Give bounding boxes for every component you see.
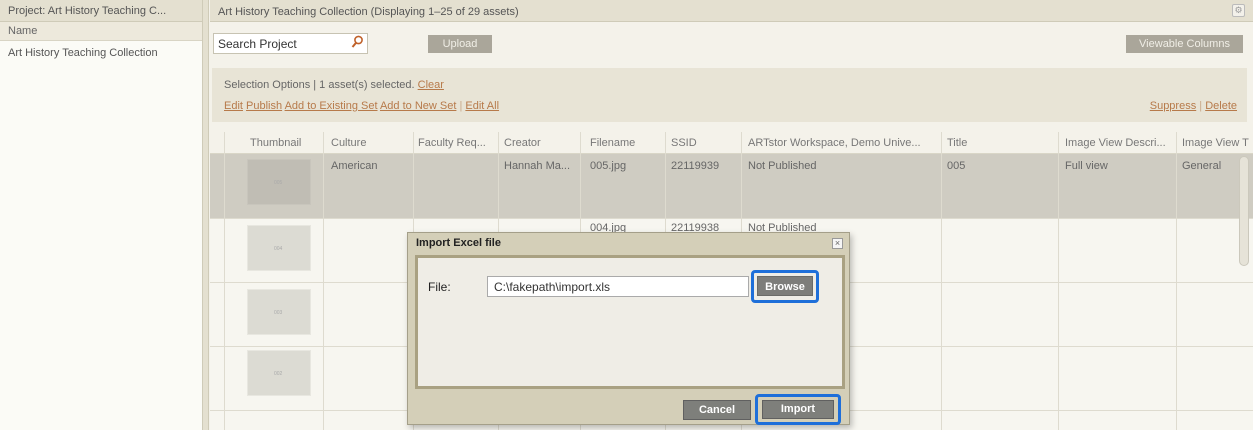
- column-header[interactable]: SSID: [671, 137, 697, 149]
- selection-right-actions: Suppress | Delete: [1150, 100, 1237, 112]
- suppress-link[interactable]: Suppress: [1150, 100, 1196, 112]
- delete-link[interactable]: Delete: [1205, 100, 1237, 112]
- project-panel: Project: Art History Teaching C... Name …: [0, 0, 203, 430]
- cancel-button[interactable]: Cancel: [683, 400, 751, 420]
- ssid-cell: 22119939: [671, 160, 720, 172]
- publish-link[interactable]: Publish: [246, 100, 282, 112]
- column-divider: [323, 132, 324, 430]
- row-divider: [210, 218, 1253, 219]
- project-item[interactable]: Art History Teaching Collection: [0, 41, 202, 59]
- filename-cell: 005.jpg: [590, 160, 627, 172]
- column-header[interactable]: Thumbnail: [250, 137, 301, 149]
- column-header[interactable]: Filename: [590, 137, 635, 149]
- column-header[interactable]: Culture: [331, 137, 366, 149]
- project-title: Project: Art History Teaching C...: [0, 0, 202, 22]
- file-label: File:: [428, 280, 451, 294]
- dialog-title: Import Excel file: [416, 237, 501, 249]
- selection-actions: Edit Publish Add to Existing Set Add to …: [224, 100, 499, 112]
- title-cell: 005: [947, 160, 966, 172]
- viewable-columns-button[interactable]: Viewable Columns: [1126, 35, 1243, 53]
- separator: |: [459, 100, 463, 112]
- column-header[interactable]: Creator: [504, 137, 541, 149]
- grid-header: Thumbnail Culture Faculty Req... Creator…: [210, 132, 1253, 154]
- edit-link[interactable]: Edit: [224, 100, 243, 112]
- import-button[interactable]: Import: [762, 400, 834, 419]
- thumbnail-image[interactable]: 005: [247, 159, 311, 205]
- collection-title: Art History Teaching Collection (Display…: [210, 0, 1253, 22]
- creator-cell: Hannah Ma...: [504, 160, 571, 172]
- column-divider: [224, 132, 225, 430]
- import-highlight: Import: [755, 394, 841, 425]
- clear-link[interactable]: Clear: [418, 79, 444, 91]
- culture-cell: American: [331, 160, 378, 172]
- thumbnail-image[interactable]: 002: [247, 350, 311, 396]
- view-description-cell: Full view: [1065, 160, 1108, 172]
- column-divider: [1176, 132, 1177, 430]
- import-excel-dialog: Import Excel file × File: C:\fakepath\im…: [407, 232, 850, 425]
- edit-all-link[interactable]: Edit All: [465, 100, 499, 112]
- column-header[interactable]: Image View T: [1182, 137, 1249, 149]
- add-to-existing-set-link[interactable]: Add to Existing Set: [285, 100, 378, 112]
- upload-button[interactable]: Upload: [428, 35, 492, 53]
- search-input[interactable]: Search Project: [213, 33, 368, 54]
- view-type-cell: General: [1182, 160, 1222, 172]
- column-divider: [1058, 132, 1059, 430]
- browse-highlight: Browse: [751, 270, 819, 303]
- column-header[interactable]: Faculty Req...: [418, 137, 486, 149]
- toolbar: Search Project Upload Viewable Columns: [210, 33, 1253, 57]
- thumbnail-image[interactable]: 003: [247, 289, 311, 335]
- name-column-header[interactable]: Name: [0, 22, 202, 41]
- gear-icon[interactable]: ⚙: [1232, 4, 1245, 17]
- selection-options: Selection Options | 1 asset(s) selected.…: [212, 68, 1247, 122]
- vertical-scrollbar[interactable]: [1239, 156, 1249, 266]
- column-header[interactable]: Image View Descri...: [1065, 137, 1166, 149]
- search-icon[interactable]: [351, 35, 364, 49]
- workspace-cell: Not Published: [748, 160, 817, 172]
- browse-button[interactable]: Browse: [757, 276, 813, 296]
- separator: |: [1199, 100, 1203, 112]
- selection-text: Selection Options | 1 asset(s) selected.: [224, 79, 415, 91]
- panel-splitter[interactable]: [203, 0, 209, 430]
- add-to-new-set-link[interactable]: Add to New Set: [380, 100, 456, 112]
- dialog-body: File: C:\fakepath\import.xls Browse: [415, 255, 845, 389]
- thumbnail-image[interactable]: 004: [247, 225, 311, 271]
- column-divider: [941, 132, 942, 430]
- file-path-input[interactable]: C:\fakepath\import.xls: [487, 276, 749, 297]
- column-header[interactable]: Title: [947, 137, 967, 149]
- close-icon[interactable]: ×: [832, 238, 843, 249]
- column-header[interactable]: ARTstor Workspace, Demo Unive...: [748, 137, 921, 149]
